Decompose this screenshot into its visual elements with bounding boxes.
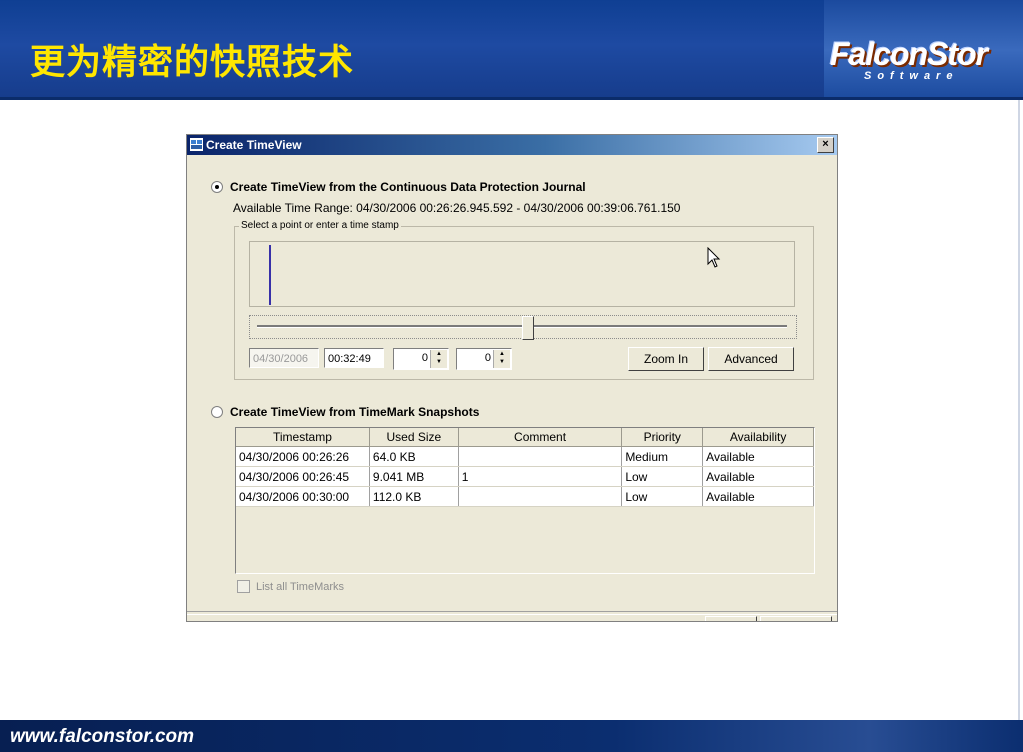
spinner-2-value: 0 xyxy=(484,352,491,364)
cell-comment xyxy=(458,446,623,467)
create-timeview-dialog: Create TimeView × Create TimeView from t… xyxy=(186,134,838,622)
date-field[interactable]: 04/30/2006 xyxy=(249,348,319,368)
spinner-1-arrows[interactable]: ▲ ▼ xyxy=(430,350,447,368)
option-timemark-snapshots[interactable]: Create TimeView from TimeMark Snapshots xyxy=(211,405,479,419)
logo-wordmark: FalconStor xyxy=(830,36,988,72)
cell-used-size: 64.0 KB xyxy=(369,446,459,467)
cell-timestamp: 04/30/2006 00:30:00 xyxy=(236,486,370,507)
timeline-marker xyxy=(269,245,271,305)
slide-title: 更为精密的快照技术 xyxy=(30,43,355,83)
mouse-cursor-icon xyxy=(707,247,721,268)
time-field[interactable]: 00:32:49 xyxy=(324,348,384,368)
advanced-button[interactable]: Advanced xyxy=(708,347,794,371)
column-header-comment[interactable]: Comment xyxy=(458,428,623,447)
zoom-in-button[interactable]: Zoom In xyxy=(628,347,704,371)
cell-availability: Available xyxy=(702,486,814,507)
list-all-timemarks-checkbox[interactable] xyxy=(237,580,250,593)
cell-availability: Available xyxy=(702,466,814,487)
spinner-2-arrows[interactable]: ▲ ▼ xyxy=(493,350,510,368)
cell-priority: Low xyxy=(621,486,704,507)
option-cdp-label: Create TimeView from the Continuous Data… xyxy=(230,180,586,194)
cell-used-size: 9.041 MB xyxy=(369,466,459,487)
list-all-timemarks-option[interactable]: List all TimeMarks xyxy=(237,580,344,593)
cell-used-size: 112.0 KB xyxy=(369,486,459,507)
spin-down-icon[interactable]: ▼ xyxy=(431,358,447,366)
cell-comment xyxy=(458,486,623,507)
close-icon: × xyxy=(822,138,829,150)
cell-timestamp: 04/30/2006 00:26:45 xyxy=(236,466,370,487)
dialog-bottom-separator xyxy=(187,611,837,615)
cell-timestamp: 04/30/2006 00:26:26 xyxy=(236,446,370,467)
spinner-1[interactable]: 0 ▲ ▼ xyxy=(393,348,449,370)
radio-timemark-snapshots[interactable] xyxy=(211,406,223,418)
slide-right-border xyxy=(1018,100,1020,720)
option-cdp-journal[interactable]: Create TimeView from the Continuous Data… xyxy=(211,180,586,194)
cell-priority: Low xyxy=(621,466,704,487)
spin-up-icon[interactable]: ▲ xyxy=(431,350,447,358)
cell-priority: Medium xyxy=(621,446,704,467)
column-header-timestamp[interactable]: Timestamp xyxy=(236,428,370,447)
spinner-1-value: 0 xyxy=(421,352,428,364)
spin-down-icon[interactable]: ▼ xyxy=(494,358,510,366)
table-row[interactable]: 04/30/2006 00:30:00 112.0 KB Low Availab… xyxy=(236,486,814,507)
footer-url: www.falconstor.com xyxy=(10,726,195,747)
column-header-priority[interactable]: Priority xyxy=(621,428,704,447)
cancel-button-partial[interactable] xyxy=(760,616,832,621)
app-icon xyxy=(190,138,203,151)
dialog-titlebar[interactable]: Create TimeView × xyxy=(187,135,837,155)
falconstor-logo: FalconStor Software xyxy=(824,0,1023,100)
column-header-availability[interactable]: Availability xyxy=(702,428,814,447)
timemark-table[interactable]: Timestamp Used Size Comment Priority Ava… xyxy=(235,427,815,574)
ok-button-partial[interactable] xyxy=(705,616,757,621)
slider-thumb[interactable] xyxy=(522,316,534,340)
spin-up-icon[interactable]: ▲ xyxy=(494,350,510,358)
slide-footer: www.falconstor.com xyxy=(0,720,1023,752)
option-timemark-label: Create TimeView from TimeMark Snapshots xyxy=(230,405,480,419)
cell-availability: Available xyxy=(702,446,814,467)
table-header-row: Timestamp Used Size Comment Priority Ava… xyxy=(236,428,814,447)
cell-comment: 1 xyxy=(458,466,623,487)
list-all-timemarks-label: List all TimeMarks xyxy=(256,580,345,593)
column-header-used-size[interactable]: Used Size xyxy=(369,428,459,447)
logo-subtext: Software xyxy=(864,70,959,82)
table-row[interactable]: 04/30/2006 00:26:26 64.0 KB Medium Avail… xyxy=(236,446,814,467)
groupbox-label: Select a point or enter a time stamp xyxy=(239,220,401,231)
slide-header: 更为精密的快照技术 FalconStor Software xyxy=(0,0,1023,100)
spinner-2[interactable]: 0 ▲ ▼ xyxy=(456,348,512,370)
available-time-range: Available Time Range: 04/30/2006 00:26:2… xyxy=(233,201,681,215)
close-button[interactable]: × xyxy=(817,137,834,153)
header-divider xyxy=(0,97,1023,100)
dialog-title: Create TimeView xyxy=(206,138,302,152)
table-row[interactable]: 04/30/2006 00:26:45 9.041 MB 1 Low Avail… xyxy=(236,466,814,487)
radio-cdp-journal[interactable] xyxy=(211,181,223,193)
